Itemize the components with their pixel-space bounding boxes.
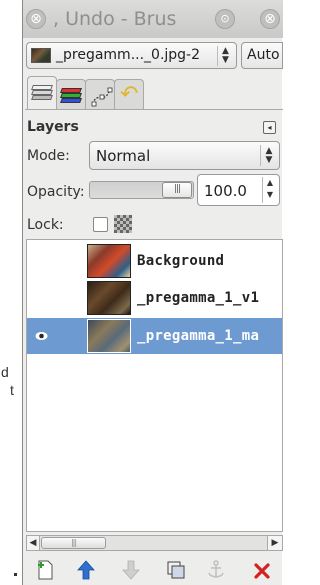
delete-icon: [254, 563, 270, 579]
raise-layer-button[interactable]: [73, 557, 99, 583]
eye-icon[interactable]: [35, 331, 48, 341]
layers-toolbar: [23, 554, 283, 585]
image-selector[interactable]: _pregamm..._0.jpg-2 ▲ ▼: [26, 42, 237, 69]
layer-row[interactable]: Background: [27, 243, 282, 281]
scrollbar-thumb[interactable]: |||: [41, 537, 106, 549]
tab-divider: [25, 109, 283, 110]
spin-arrows-icon[interactable]: ▲ ▼: [262, 177, 277, 203]
auto-button[interactable]: Auto: [241, 42, 283, 69]
lock-alpha-icon[interactable]: [114, 215, 132, 233]
opacity-slider-handle[interactable]: |||: [162, 182, 192, 198]
dock-tabs: ↶: [25, 76, 283, 110]
maximize-icon[interactable]: ⊗: [260, 9, 280, 29]
layer-name: _pregamma_1_v1: [137, 290, 260, 306]
layer-row[interactable]: _pregamma_1_v1: [27, 280, 282, 318]
layer-name: _pregamma_1_ma: [137, 328, 260, 344]
opacity-label: Opacity:: [27, 184, 85, 200]
duplicate-layer-button[interactable]: [163, 557, 189, 583]
layer-thumbnail: [87, 244, 131, 278]
chevron-right-icon[interactable]: ▶: [267, 536, 282, 550]
layer-row-selected[interactable]: _pregamma_1_ma: [27, 318, 282, 354]
paths-icon: [91, 87, 113, 107]
layer-thumbnail: [87, 281, 131, 315]
anchor-layer-button[interactable]: [203, 557, 229, 583]
background-text-fragment: d: [1, 364, 9, 380]
image-selector-value: _pregamm..._0.jpg-2: [56, 47, 201, 63]
tab-channels[interactable]: [56, 79, 86, 109]
panel-title: Layers: [27, 119, 79, 135]
chevron-updown-icon: ▲ ▼: [217, 46, 233, 66]
layers-icon: [31, 85, 54, 103]
tab-undo-history[interactable]: ↶: [114, 79, 144, 109]
anchor-icon: [208, 560, 224, 578]
horizontal-scrollbar[interactable]: ◀ ||| ▶: [26, 535, 283, 551]
lower-layer-button[interactable]: [118, 557, 144, 583]
opacity-value: 100.0: [204, 182, 247, 200]
tab-layers[interactable]: [27, 76, 57, 110]
background-dot: [14, 573, 17, 576]
dock-title-bar[interactable]: ⊗ , Undo - Brus ⊙ ⊗: [23, 0, 283, 38]
delete-layer-button[interactable]: [249, 557, 275, 583]
arrow-up-icon: [77, 560, 95, 580]
new-layer-button[interactable]: [33, 557, 59, 583]
image-thumbnail: [31, 48, 51, 63]
duplicate-icon: [167, 561, 185, 579]
panel-menu-icon[interactable]: ◂: [263, 121, 276, 134]
minimize-icon[interactable]: ⊙: [215, 9, 235, 29]
background-window: d t: [0, 0, 22, 585]
mode-value: Normal: [96, 147, 151, 165]
lock-pixels-checkbox[interactable]: [93, 217, 108, 232]
arrow-down-icon: [122, 560, 140, 580]
background-text-fragment: t: [10, 382, 14, 398]
mode-select[interactable]: Normal ▲ ▼: [89, 141, 280, 170]
close-icon[interactable]: ⊗: [26, 9, 46, 29]
opacity-slider[interactable]: |||: [89, 181, 194, 199]
dock-title: , Undo - Brus: [53, 8, 177, 30]
mode-label: Mode:: [27, 148, 70, 164]
tab-paths[interactable]: [85, 79, 115, 109]
layer-list: Background _pregamma_1_v1 _pregamma_1_ma: [26, 239, 283, 532]
lock-label: Lock:: [27, 217, 64, 233]
chevron-updown-icon: ▲ ▼: [260, 145, 277, 166]
opacity-spinbox[interactable]: 100.0 ▲ ▼: [197, 174, 280, 206]
new-layer-icon: [38, 560, 53, 580]
layer-name: Background: [137, 253, 225, 269]
layer-thumbnail: [87, 319, 131, 353]
layers-dock: ⊗ , Undo - Brus ⊙ ⊗ _pregamm..._0.jpg-2 …: [22, 0, 283, 585]
chevron-left-icon[interactable]: ◀: [27, 536, 40, 550]
channels-icon: [60, 88, 83, 106]
undo-icon: ↶: [120, 82, 139, 107]
